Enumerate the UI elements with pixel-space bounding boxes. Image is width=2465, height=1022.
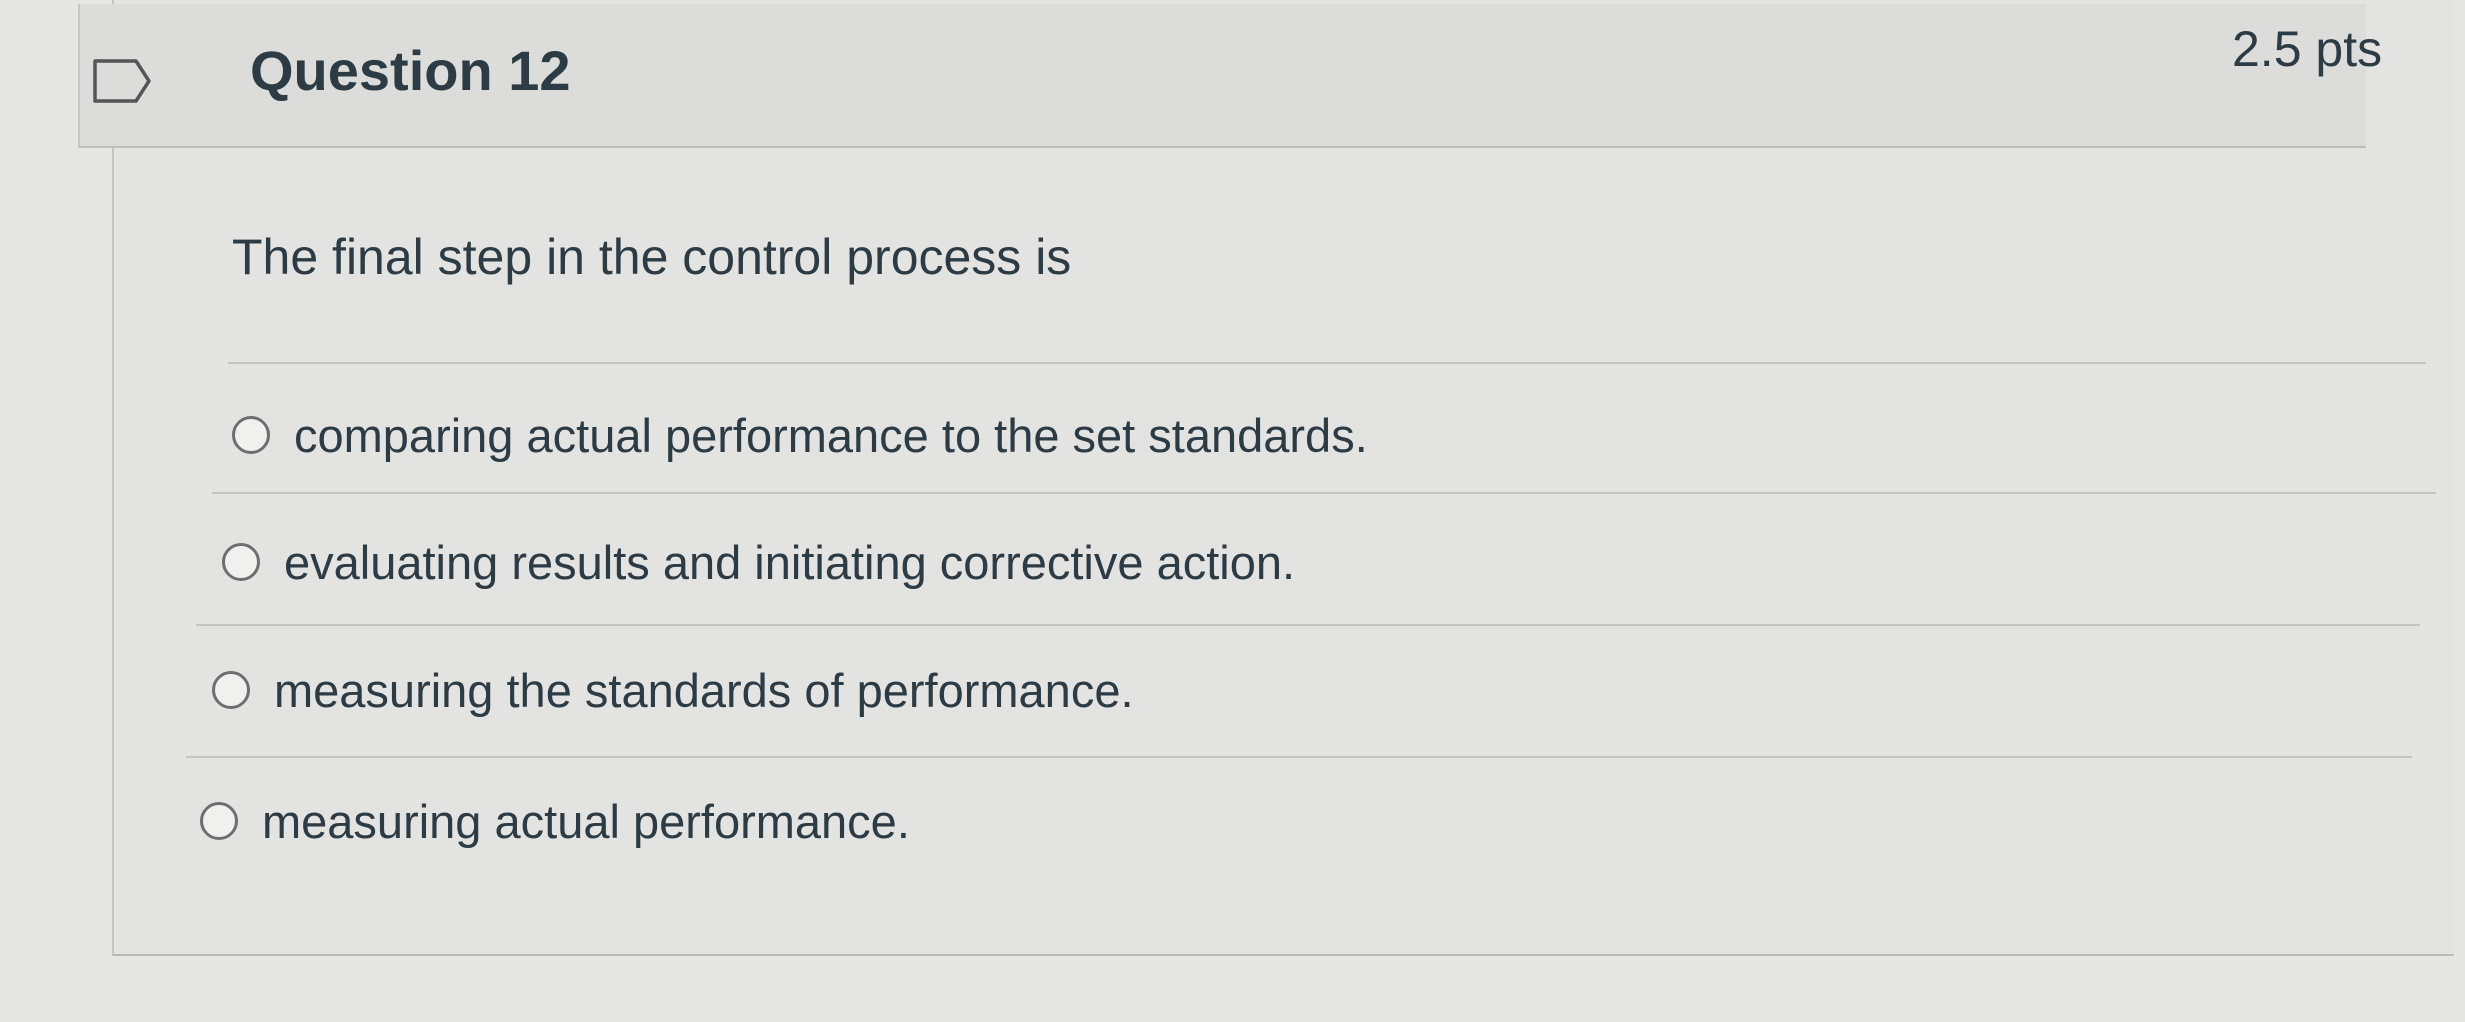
radio-circle-icon[interactable]	[200, 802, 238, 840]
answer-label: comparing actual performance to the set …	[294, 408, 1368, 462]
question-points: 2.5 pts	[2232, 21, 2383, 77]
radio-circle-icon[interactable]	[232, 416, 270, 454]
answer-label: evaluating results and initiating correc…	[284, 535, 1296, 589]
radio-circle-icon[interactable]	[212, 671, 250, 709]
answer-option-3[interactable]: measuring the standards of performance.	[212, 655, 1134, 725]
divider	[186, 756, 2412, 758]
question-text: The final step in the control process is	[232, 229, 1072, 285]
question-title: Question 12	[250, 39, 571, 102]
radio-circle-icon[interactable]	[222, 543, 260, 581]
divider	[212, 492, 2436, 494]
divider	[196, 624, 2420, 626]
answer-label: measuring the standards of performance.	[274, 663, 1134, 717]
answer-option-2[interactable]: evaluating results and initiating correc…	[222, 527, 1295, 597]
answer-option-1[interactable]: comparing actual performance to the set …	[232, 400, 1368, 470]
answer-label: measuring actual performance.	[262, 794, 910, 848]
bookmark-flag-icon[interactable]	[92, 58, 152, 104]
divider	[228, 362, 2426, 364]
answer-option-4[interactable]: measuring actual performance.	[200, 786, 910, 856]
